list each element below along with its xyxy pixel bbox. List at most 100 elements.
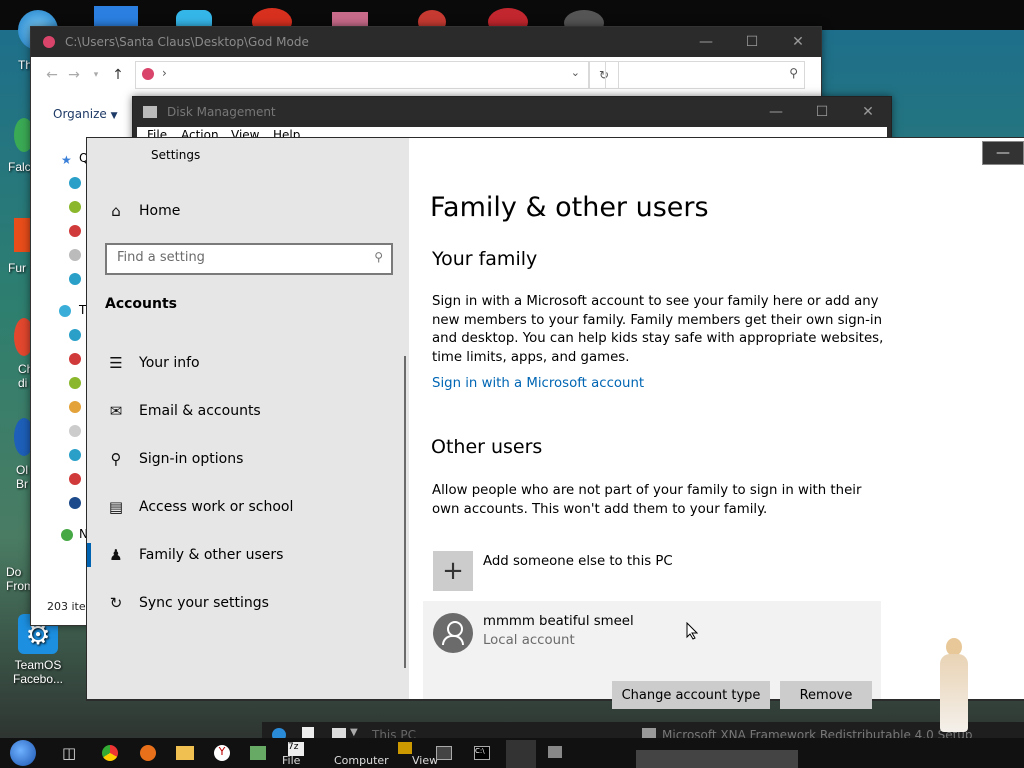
cmd-icon[interactable]: C:\ [474, 746, 490, 760]
minimize-button[interactable]: — [753, 97, 799, 127]
taskbar: ◫ Y 7z File Computer View C:\ [0, 738, 1024, 768]
maximize-button[interactable]: ☐ [799, 97, 845, 127]
nav-sync-settings[interactable]: ↻ Sync your settings [87, 579, 409, 627]
sign-in-microsoft-link[interactable]: Sign in with a Microsoft account [432, 376, 644, 391]
file-menu-label[interactable]: File [282, 754, 300, 767]
desktop-icon-label[interactable]: Falc [8, 160, 31, 174]
yandex-icon[interactable]: Y [214, 745, 230, 761]
tree-item-icon[interactable] [69, 353, 81, 365]
tree-item-icon[interactable] [69, 401, 81, 413]
address-dropdown-icon[interactable]: ⌄ [571, 66, 580, 79]
other-users-heading: Other users [431, 436, 543, 458]
nav-your-info[interactable]: ☰ Your info [87, 339, 409, 387]
computer-menu-label[interactable]: Computer [334, 754, 389, 767]
view-menu-label[interactable]: View [412, 754, 438, 767]
desktop-icon-label[interactable]: Fur [8, 261, 26, 275]
forward-arrow-icon[interactable]: → [63, 67, 85, 83]
chrome-icon[interactable] [102, 745, 118, 761]
tree-item-icon[interactable] [69, 177, 81, 189]
settings-window: Settings ⌂ Home Find a setting ⚲ Account… [86, 137, 1024, 709]
maximize-button[interactable]: ☐ [729, 27, 775, 57]
tree-item-icon[interactable] [69, 473, 81, 485]
chevron-down-icon[interactable]: ▼ [350, 727, 358, 738]
app-icon[interactable] [398, 742, 412, 754]
display-icon[interactable] [436, 746, 452, 760]
app-icon[interactable] [548, 746, 562, 758]
briefcase-icon: ▤ [108, 498, 124, 516]
page-title: Family & other users [430, 192, 709, 223]
other-users-text: Allow people who are not part of your fa… [432, 483, 862, 517]
explorer-search-input[interactable]: ⚲ [605, 61, 805, 89]
sidebar-scrollbar[interactable] [404, 356, 406, 668]
up-arrow-icon[interactable]: ↑ [107, 67, 129, 83]
recent-chevron-icon[interactable]: ▾ [85, 70, 107, 80]
your-family-heading: Your family [432, 248, 538, 270]
plus-icon: + [433, 551, 473, 591]
task-view-icon[interactable]: ◫ [62, 742, 76, 764]
nav-label: Email & accounts [139, 403, 261, 419]
contact-card-icon: ☰ [109, 354, 123, 372]
folder-app-icon [43, 36, 55, 48]
key-icon: ⚲ [110, 450, 122, 468]
explorer-titlebar[interactable]: C:\Users\Santa Claus\Desktop\God Mode — … [31, 27, 821, 57]
back-arrow-icon[interactable]: ← [41, 67, 63, 83]
mail-icon: ✉ [109, 402, 123, 420]
nav-home[interactable]: ⌂ Home [87, 187, 409, 235]
search-icon: ⚲ [789, 66, 798, 80]
tree-item-icon[interactable] [69, 377, 81, 389]
settings-sidebar: Settings ⌂ Home Find a setting ⚲ Account… [87, 138, 409, 699]
tree-item-icon[interactable] [69, 273, 81, 285]
firefox-icon[interactable] [140, 745, 156, 761]
settings-taskbar-button[interactable] [506, 740, 536, 768]
tree-item-icon[interactable] [69, 201, 81, 213]
tree-item-icon[interactable] [61, 529, 73, 541]
find-setting-input[interactable]: Find a setting ⚲ [105, 243, 393, 275]
decorative-figure-image [936, 638, 974, 738]
setup-taskbar-button[interactable] [636, 750, 798, 768]
tree-item-icon[interactable] [69, 497, 81, 509]
nav-family-other-users[interactable]: ♟ Family & other users [87, 531, 409, 579]
user-card[interactable]: mmmm beatiful smeel Local account Change… [423, 601, 881, 709]
nav-email-accounts[interactable]: ✉ Email & accounts [87, 387, 409, 435]
nav-label: Access work or school [139, 499, 294, 515]
add-user-row[interactable]: + Add someone else to this PC [431, 550, 871, 594]
tree-item-icon[interactable] [69, 249, 81, 261]
organize-button[interactable]: Organize ▼ [53, 107, 118, 121]
minimize-button[interactable]: — [683, 27, 729, 57]
nav-label: Family & other users [139, 547, 284, 563]
nav-label: Sign-in options [139, 451, 244, 467]
mouse-cursor [686, 621, 699, 640]
close-button[interactable]: ✕ [775, 27, 821, 57]
start-button[interactable] [10, 740, 36, 766]
disk-management-titlebar[interactable]: Disk Management — ☐ ✕ [133, 97, 891, 127]
close-button[interactable]: ✕ [845, 97, 891, 127]
tree-item-icon[interactable] [69, 329, 81, 341]
star-icon[interactable]: ★ [61, 153, 72, 167]
address-bar[interactable]: › ⌄ [135, 61, 589, 89]
desktop-icon-label[interactable]: Do From [6, 565, 34, 593]
find-setting-placeholder: Find a setting [117, 250, 205, 265]
settings-app-title: Settings [151, 148, 201, 162]
settings-main: Family & other users Your family Sign in… [409, 138, 1024, 709]
breadcrumb-chevron-icon[interactable]: › [162, 66, 167, 80]
accounts-section-label: Accounts [105, 296, 178, 312]
nav-access-work[interactable]: ▤ Access work or school [87, 483, 409, 531]
tree-item-icon[interactable] [69, 225, 81, 237]
explorer-title: C:\Users\Santa Claus\Desktop\God Mode [65, 35, 309, 49]
nav-label: Your info [139, 355, 200, 371]
tree-item-icon[interactable] [59, 305, 71, 317]
nav-sign-in-options[interactable]: ⚲ Sign-in options [87, 435, 409, 483]
home-icon: ⌂ [111, 202, 121, 220]
desktop-icon-label[interactable]: Ol Br [16, 463, 30, 491]
organize-label: Organize [53, 107, 107, 121]
tree-item-icon[interactable] [69, 449, 81, 461]
folder-icon[interactable] [176, 746, 194, 760]
tree-item-icon[interactable] [69, 425, 81, 437]
app-icon[interactable] [250, 746, 266, 760]
user-account-type: Local account [483, 633, 575, 648]
remove-button[interactable]: Remove [780, 681, 872, 709]
change-account-type-button[interactable]: Change account type [612, 681, 770, 709]
minimize-button[interactable]: — [982, 141, 1024, 165]
your-family-text: Sign in with a Microsoft account to see … [432, 294, 884, 365]
user-name: mmmm beatiful smeel [483, 614, 634, 629]
